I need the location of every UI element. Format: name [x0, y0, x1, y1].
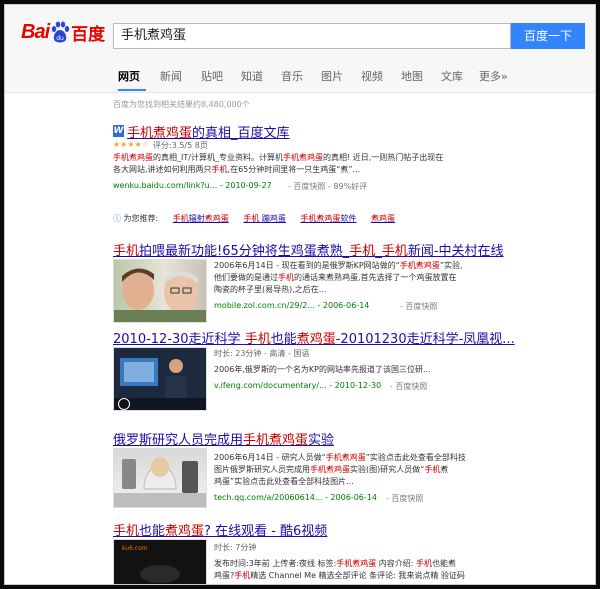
tab-wenku[interactable]: 文库 — [441, 68, 463, 84]
search-header: Bai du 百度 手机煮鸡蛋 百度一下 — [5, 5, 595, 59]
result-4-title[interactable]: 俄罗斯研究人员完成用手机煮鸡蛋实验 — [113, 429, 334, 448]
tab-tieba[interactable]: 贴吧 — [201, 68, 223, 84]
tab-music[interactable]: 音乐 — [281, 68, 303, 84]
result-3-desc-2: 2006年,俄罗斯的一个名为KP的网站率先报道了该国三位研... — [214, 365, 431, 374]
svg-text:du: du — [56, 35, 64, 42]
result-3-desc-1: 时长: 23分钟 - 高清 - 国语 — [214, 349, 310, 358]
browser-page: Bai du 百度 手机煮鸡蛋 百度一下 网页 新闻 贴吧 知道 音乐 图片 视… — [4, 4, 596, 585]
result-1-desc-1: 手机煮鸡蛋的真相_IT/计算机_专业资料。计算机手机煮鸡蛋的真相! 近日,一则热… — [113, 153, 444, 162]
result-3-snapshot[interactable]: - 百度快照 — [390, 381, 427, 392]
baidu-logo[interactable]: Bai du 百度 — [21, 19, 105, 45]
logo-text-left: Bai — [21, 20, 50, 43]
play-icon — [118, 398, 130, 410]
result-2-snapshot[interactable]: - 百度快照 — [400, 301, 437, 312]
rec-item-2[interactable]: 手机 蹦鸡蛋 — [243, 214, 286, 223]
result-5-desc-3: 鸡蛋?手机精选 Channel Me 精选全部评论 条评论: 我来说点精 验证码 — [214, 571, 465, 580]
result-5-desc-1: 时长: 7分钟 — [214, 543, 257, 552]
tab-video[interactable]: 视频 — [361, 68, 383, 84]
tab-maps[interactable]: 地图 — [401, 68, 423, 84]
result-5-desc-2: 发布时间:3年前 上传者:夜线 标签:手机煮鸡蛋 内容介绍: 手机也能煮 — [214, 559, 457, 568]
result-2-url[interactable]: mobile.zol.com.cn/29/2... - 2006-06-14 — [214, 301, 369, 310]
result-5-thumbnail[interactable]: ku6.com — [113, 539, 207, 584]
result-5-title[interactable]: 手机也能煮鸡蛋? 在线观看 - 酷6视频 — [113, 520, 327, 539]
result-4-thumbnail[interactable] — [113, 448, 207, 508]
vertical-tabs: 网页 新闻 贴吧 知道 音乐 图片 视频 地图 文库 更多» — [5, 58, 595, 93]
result-3-title[interactable]: 2010-12-30走近科学 手机也能煮鸡蛋-20101230走近科学-凤凰视.… — [113, 328, 515, 347]
active-tab-indicator — [118, 89, 146, 91]
tab-web[interactable]: 网页 — [118, 68, 140, 84]
result-2-title[interactable]: 手机拍喂最新功能!65分钟将生鸡蛋煮熟_手机_手机新闻-中关村在线 — [113, 240, 504, 259]
tab-news[interactable]: 新闻 — [160, 68, 182, 84]
result-3-url[interactable]: v.ifeng.com/documentary/... - 2010-12-30 — [214, 381, 381, 390]
rec-item-3[interactable]: 手机煮鸡蛋软件 — [300, 214, 356, 223]
result-2-desc-1: 2006年6月14日 - 现在看到的是俄罗斯KP网站做的“手机煮鸡蛋”实验, — [214, 261, 463, 270]
search-input[interactable]: 手机煮鸡蛋 — [113, 23, 511, 49]
result-1-url[interactable]: wenku.baidu.com/link?u... - 2010-09-27 — [113, 181, 272, 190]
result-4-url[interactable]: tech.qq.com/a/20060614... - 2006-06-14 — [214, 493, 377, 502]
svg-text:ku6.com: ku6.com — [122, 545, 148, 552]
rec-item-1[interactable]: 手机辐射煮鸡蛋 — [173, 214, 229, 223]
search-button[interactable]: 百度一下 — [511, 23, 585, 49]
tab-zhidao[interactable]: 知道 — [241, 68, 263, 84]
result-1-desc-2: 各大网站,讲述如何利用两只手机,在65分钟时间里将一只生鸡蛋“煮”... — [113, 165, 361, 174]
result-4-desc-1: 2006年6月14日 - 研究人员做“手机煮鸡蛋”实验点击此处查看全部科技 — [214, 453, 466, 462]
result-3-thumbnail[interactable] — [113, 347, 207, 411]
tab-images[interactable]: 图片 — [321, 68, 343, 84]
result-1-title[interactable]: 手机煮鸡蛋的真相_百度文库 — [127, 122, 290, 141]
result-2-desc-3: 陶瓷的杯子里(易导热),之后在... — [214, 285, 327, 294]
logo-text-right: 百度 — [71, 24, 106, 44]
result-1-rating: 评分:3.5/5 8页 — [153, 141, 208, 150]
result-4-snapshot[interactable]: - 百度快照 — [386, 493, 423, 504]
paw-icon: du — [50, 21, 70, 43]
wenku-icon: W — [113, 125, 124, 137]
recommendations: ⓘ 为您推荐: 手机辐射煮鸡蛋 手机 蹦鸡蛋 手机煮鸡蛋软件 煮鸡蛋 — [113, 213, 395, 224]
result-1-snapshot[interactable]: - 百度快照 - 89%好评 — [288, 181, 367, 192]
result-4-desc-3: 鸡蛋”实验点击此处查看全部科技图片... — [214, 477, 354, 486]
rec-label: 为您推荐: — [123, 214, 159, 223]
tab-more[interactable]: 更多» — [479, 68, 508, 84]
rating-stars-icon: ★★★★☆ — [113, 140, 149, 149]
result-2-thumbnail[interactable] — [113, 259, 207, 323]
result-4-desc-2: 图片俄罗斯研究人员完成用手机煮鸡蛋实验(图)研究人员做“手机煮 — [214, 465, 449, 474]
result-count: 百度为您找到相关结果约8,480,000个 — [113, 100, 250, 109]
rec-item-4[interactable]: 煮鸡蛋 — [371, 214, 395, 223]
info-icon: ⓘ — [113, 214, 121, 223]
result-2-desc-2: 他们要做的是通过手机的通话来煮熟鸡蛋,首先选择了一个鸡蛋放置在 — [214, 273, 457, 282]
